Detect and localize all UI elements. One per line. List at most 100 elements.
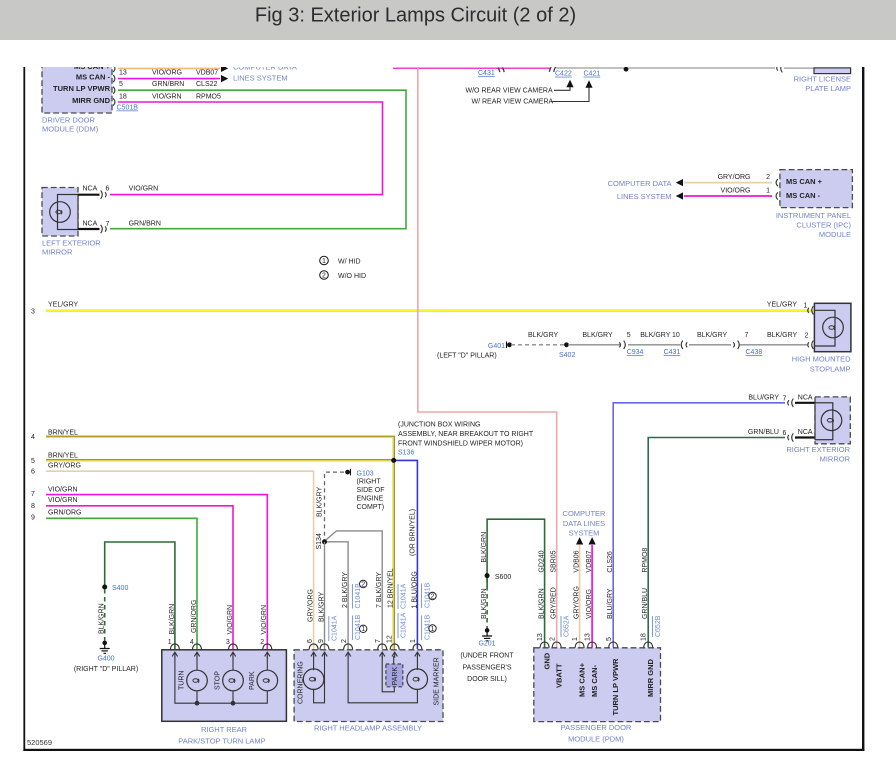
svg-text:MODULE (PDM): MODULE (PDM): [568, 735, 624, 744]
svg-text:6: 6: [783, 430, 787, 437]
svg-text:RPMO8: RPMO8: [642, 548, 649, 573]
svg-text:RIGHT EXTERIOR: RIGHT EXTERIOR: [786, 445, 850, 454]
svg-text:VIO/GRN: VIO/GRN: [261, 605, 268, 635]
svg-text:BLU/GRY: BLU/GRY: [748, 394, 779, 401]
svg-text:GRY/ORG: GRY/ORG: [48, 463, 81, 470]
svg-text:12: 12: [386, 635, 393, 643]
svg-text:LEFT EXTERIOR: LEFT EXTERIOR: [42, 238, 101, 247]
svg-text:VIO/GRN: VIO/GRN: [152, 94, 182, 101]
svg-text:C421: C421: [584, 71, 601, 78]
svg-text:HIGH MOUNTED: HIGH MOUNTED: [792, 355, 851, 364]
svg-text:BRN/YEL: BRN/YEL: [48, 452, 78, 459]
svg-text:S136: S136: [398, 450, 414, 457]
svg-text:LINES SYSTEM: LINES SYSTEM: [617, 192, 672, 201]
svg-text:W/ REAR VIEW CAMERA: W/ REAR VIEW CAMERA: [472, 99, 554, 106]
svg-text:MS CAN +: MS CAN +: [786, 177, 823, 186]
svg-text:SIDE OF: SIDE OF: [357, 487, 385, 494]
svg-text:C422: C422: [555, 71, 572, 78]
svg-text:C652A: C652A: [564, 615, 571, 637]
svg-text:C431: C431: [478, 70, 495, 77]
svg-text:COMPT): COMPT): [357, 504, 385, 511]
svg-text:BLK/GRN: BLK/GRN: [169, 604, 176, 635]
svg-text:NCA: NCA: [83, 185, 98, 192]
svg-text:5: 5: [31, 458, 35, 465]
svg-text:DOOR SILL): DOOR SILL): [467, 676, 507, 683]
svg-text:MODULE (DDM): MODULE (DDM): [42, 125, 99, 134]
svg-text:C652B: C652B: [655, 615, 662, 637]
svg-text:2: 2: [549, 637, 556, 641]
svg-text:S600: S600: [495, 574, 511, 581]
svg-text:CORNERING: CORNERING: [298, 661, 305, 704]
svg-text:BLK/GRN: BLK/GRN: [481, 588, 488, 619]
svg-text:COMPUTER DATA: COMPUTER DATA: [233, 63, 297, 72]
svg-text:SYSTEM: SYSTEM: [569, 528, 600, 537]
svg-text:W/O REAR VIEW CAMERA: W/O REAR VIEW CAMERA: [466, 88, 553, 95]
svg-text:7: 7: [783, 395, 787, 402]
svg-text:2: 2: [260, 639, 264, 646]
svg-text:TURN LP VPWR: TURN LP VPWR: [53, 84, 111, 93]
svg-text:GRY/ORG: GRY/ORG: [308, 589, 315, 622]
svg-text:18: 18: [119, 94, 127, 101]
svg-text:GRN/BRN: GRN/BRN: [129, 221, 161, 228]
svg-text:BLK/GRY: BLK/GRY: [767, 332, 798, 339]
svg-text:G401: G401: [488, 343, 505, 350]
svg-text:1: 1: [410, 639, 417, 643]
svg-text:VIO/GRN: VIO/GRN: [129, 185, 159, 192]
svg-text:C1041A: C1041A: [332, 615, 339, 641]
svg-text:7: 7: [106, 221, 110, 228]
svg-text:7: 7: [31, 491, 35, 498]
svg-text:VDB06: VDB06: [574, 550, 581, 572]
svg-text:1 BLU/ORG: 1 BLU/ORG: [411, 571, 418, 608]
svg-text:PARK/STOP TURN LAMP: PARK/STOP TURN LAMP: [178, 737, 265, 746]
svg-text:13: 13: [537, 633, 544, 641]
svg-text:GND: GND: [543, 652, 552, 669]
svg-text:VIO/ORG: VIO/ORG: [721, 188, 751, 195]
svg-text:2: 2: [431, 593, 435, 600]
svg-text:SBR05: SBR05: [551, 550, 558, 572]
svg-text:RPMO5: RPMO5: [196, 94, 221, 101]
svg-text:MIRROR: MIRROR: [42, 248, 73, 257]
svg-text:NCA: NCA: [798, 429, 813, 436]
svg-text:5: 5: [119, 81, 123, 88]
svg-text:1: 1: [431, 626, 435, 633]
svg-text:13: 13: [585, 633, 592, 641]
svg-text:5: 5: [627, 332, 631, 339]
svg-text:MODULE: MODULE: [819, 230, 851, 239]
svg-text:BLK/GRN: BLK/GRN: [99, 603, 106, 634]
svg-text:C1041A: C1041A: [401, 612, 408, 638]
svg-text:2: 2: [766, 174, 770, 181]
svg-text:3: 3: [31, 309, 35, 316]
svg-text:BLK/GRN: BLK/GRN: [481, 532, 488, 563]
svg-text:(UNDER FRONT: (UNDER FRONT: [460, 652, 514, 659]
svg-text:GD240: GD240: [539, 550, 546, 572]
svg-text:BLK/GRY: BLK/GRY: [319, 591, 326, 622]
svg-text:VIO/ORG: VIO/ORG: [152, 70, 182, 77]
svg-text:VIO/GRN: VIO/GRN: [227, 605, 234, 635]
svg-text:GRY/RED: GRY/RED: [551, 587, 558, 619]
svg-text:520569: 520569: [27, 738, 52, 747]
svg-text:1: 1: [322, 258, 326, 265]
svg-text:G103: G103: [357, 470, 374, 477]
svg-text:DATA LINES: DATA LINES: [563, 519, 605, 528]
svg-text:MS CAN -: MS CAN -: [76, 72, 111, 81]
svg-text:COMPUTER: COMPUTER: [563, 509, 607, 518]
svg-text:CLS22: CLS22: [196, 81, 218, 88]
svg-text:VIO/ORG: VIO/ORG: [586, 589, 593, 619]
svg-text:LINES SYSTEM: LINES SYSTEM: [233, 74, 288, 83]
svg-text:RIGHT HEADLAMP ASSEMBLY: RIGHT HEADLAMP ASSEMBLY: [314, 723, 422, 732]
svg-text:3: 3: [226, 639, 230, 646]
svg-text:BLK/GRY: BLK/GRY: [528, 332, 559, 339]
svg-text:C1041A: C1041A: [401, 583, 408, 609]
svg-text:VIO/GRN: VIO/GRN: [48, 497, 78, 504]
svg-text:GRN/BRN: GRN/BRN: [152, 81, 184, 88]
svg-text:PASSENGER DOOR: PASSENGER DOOR: [561, 723, 632, 732]
svg-text:12 BRN/YEL: 12 BRN/YEL: [388, 568, 395, 608]
svg-text:4: 4: [31, 434, 35, 441]
svg-text:CLUSTER (IPC): CLUSTER (IPC): [796, 220, 851, 229]
svg-text:BLK/GRN: BLK/GRN: [539, 588, 546, 619]
svg-text:W/ HID: W/ HID: [338, 259, 361, 266]
svg-text:10: 10: [672, 332, 680, 339]
svg-text:FRONT WINDSHIELD WIPER MOTOR): FRONT WINDSHIELD WIPER MOTOR): [398, 441, 523, 448]
svg-text:4: 4: [190, 639, 194, 646]
svg-text:BLK/GRY: BLK/GRY: [640, 332, 671, 339]
